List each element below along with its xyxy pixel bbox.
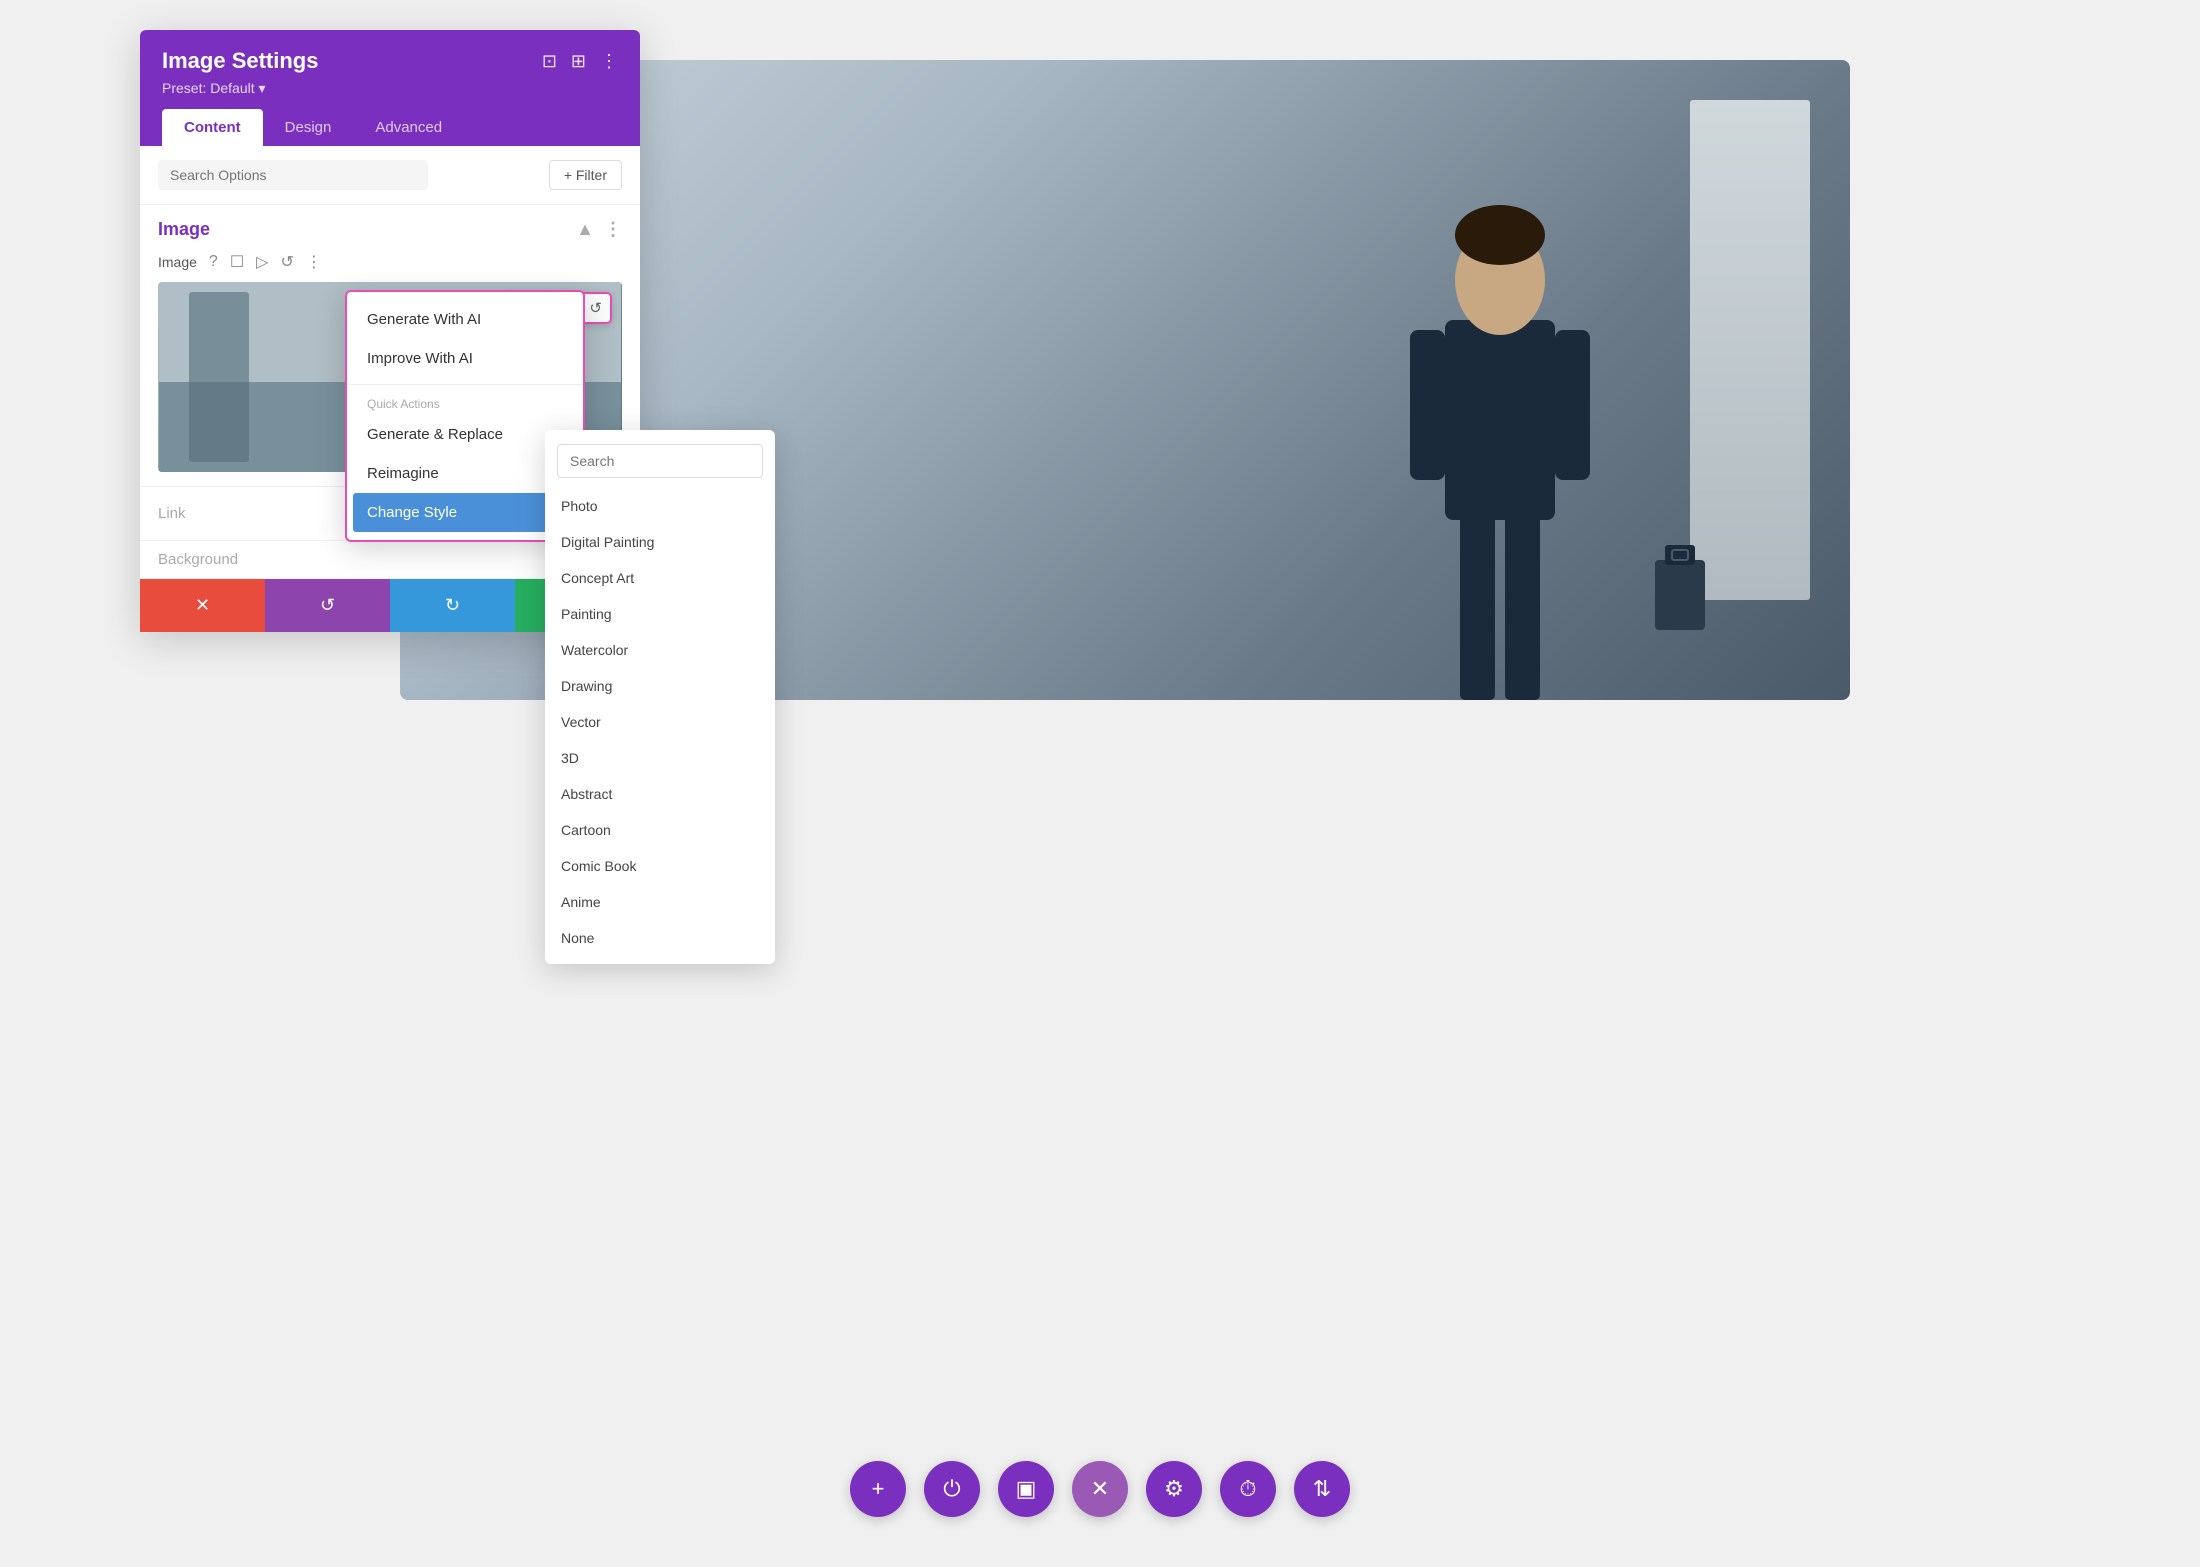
image-controls-row: Image ? ☐ ▷ ↺ ⋮ <box>140 248 640 282</box>
undo-button[interactable]: ↺ <box>265 579 390 632</box>
panel-header: Image Settings ⊡ ⊞ ⋮ Preset: Default ▾ C… <box>140 30 640 146</box>
style-item-digital-painting[interactable]: Digital Painting <box>545 524 775 560</box>
style-item-concept-art[interactable]: Concept Art <box>545 560 775 596</box>
collapse-icon[interactable]: ▲ <box>576 219 594 240</box>
background-label: Background <box>158 551 238 568</box>
history-button[interactable]: ⏱ <box>1220 1461 1276 1517</box>
dropdown-divider <box>347 384 583 385</box>
screenshot-icon[interactable]: ⊡ <box>542 51 557 72</box>
power-button[interactable]: ⏻ <box>924 1461 980 1517</box>
image-label-text: Image <box>158 219 210 240</box>
image-section-label: Image ▲ ⋮ <box>140 205 640 248</box>
help-icon[interactable]: ? <box>209 253 218 271</box>
building-right <box>1690 100 1810 600</box>
change-style-item[interactable]: Change Style ↗ <box>353 493 577 532</box>
panel-preset[interactable]: Preset: Default ▾ <box>162 80 618 97</box>
redo-button[interactable]: ↻ <box>390 579 515 632</box>
sort-button[interactable]: ⇅ <box>1294 1461 1350 1517</box>
add-button[interactable]: + <box>850 1461 906 1517</box>
improve-with-ai-item[interactable]: Improve With AI <box>347 339 583 378</box>
style-item-watercolor[interactable]: Watercolor <box>545 632 775 668</box>
style-item-cartoon[interactable]: Cartoon <box>545 812 775 848</box>
style-item-abstract[interactable]: Abstract <box>545 776 775 812</box>
panel-tabs: Content Design Advanced <box>162 109 618 146</box>
close-button[interactable]: ✕ <box>1072 1461 1128 1517</box>
style-submenu: Photo Digital Painting Concept Art Paint… <box>545 430 775 964</box>
layout-button[interactable]: ▣ <box>998 1461 1054 1517</box>
style-item-drawing[interactable]: Drawing <box>545 668 775 704</box>
tab-content[interactable]: Content <box>162 109 263 146</box>
style-item-comic-book[interactable]: Comic Book <box>545 848 775 884</box>
cursor-icon[interactable]: ▷ <box>256 252 268 272</box>
filter-button[interactable]: + Filter <box>549 160 622 190</box>
controls-more-icon[interactable]: ⋮ <box>306 252 322 272</box>
suitcase <box>1650 540 1710 640</box>
style-search-input[interactable] <box>557 444 763 478</box>
style-item-none[interactable]: None <box>545 920 775 956</box>
style-item-anime[interactable]: Anime <box>545 884 775 920</box>
image-label: Image <box>158 254 197 270</box>
man-figure <box>1350 120 1650 700</box>
bottom-toolbar: + ⏻ ▣ ✕ ⚙ ⏱ ⇅ <box>850 1461 1350 1517</box>
style-item-painting[interactable]: Painting <box>545 596 775 632</box>
panel-header-icons: ⊡ ⊞ ⋮ <box>542 51 618 72</box>
mobile-icon[interactable]: ☐ <box>230 252 244 272</box>
more-icon[interactable]: ⋮ <box>600 51 618 72</box>
generate-with-ai-item[interactable]: Generate With AI <box>347 300 583 339</box>
grid-icon[interactable]: ⊞ <box>571 51 586 72</box>
cancel-button[interactable]: ✕ <box>140 579 265 632</box>
style-item-photo[interactable]: Photo <box>545 488 775 524</box>
search-bar: + Filter <box>140 146 640 205</box>
reset-icon[interactable]: ↺ <box>280 252 293 272</box>
style-item-3d[interactable]: 3D <box>545 740 775 776</box>
tab-design[interactable]: Design <box>263 109 354 146</box>
tab-advanced[interactable]: Advanced <box>353 109 464 146</box>
style-item-vector[interactable]: Vector <box>545 704 775 740</box>
section-more-icon[interactable]: ⋮ <box>604 219 622 240</box>
search-options-input[interactable] <box>158 160 428 190</box>
refresh-icon[interactable]: ↺ <box>589 299 602 317</box>
quick-actions-label: Quick Actions <box>347 391 583 415</box>
panel-title: Image Settings <box>162 48 318 74</box>
gear-button[interactable]: ⚙ <box>1146 1461 1202 1517</box>
